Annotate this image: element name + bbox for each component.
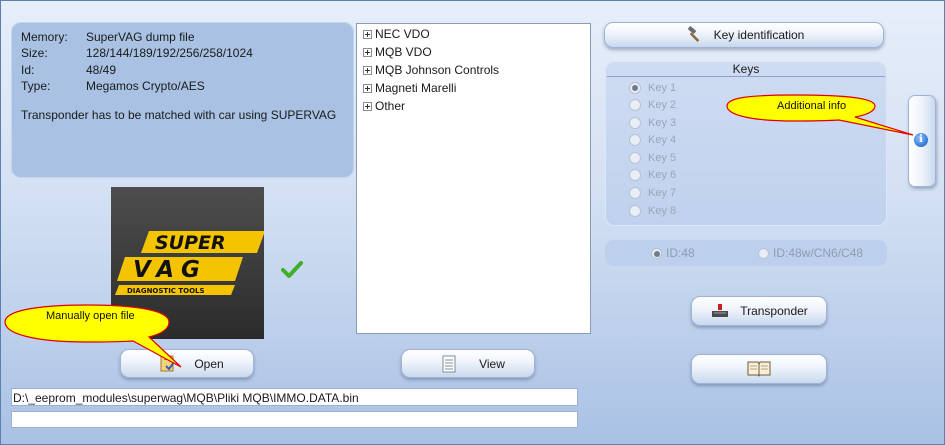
id-option-48w[interactable]: ID:48w/CN6/C48: [758, 246, 863, 260]
key-label: Key 5: [648, 152, 677, 164]
radio-icon: [629, 169, 641, 181]
key-radio-8[interactable]: Key 8: [629, 204, 676, 218]
key-identification-button[interactable]: Key identification: [604, 22, 884, 48]
key-radio-5[interactable]: Key 5: [629, 151, 676, 165]
tree-item-nec-vdo[interactable]: NEC VDO: [363, 25, 430, 43]
key-identification-label: Key identification: [713, 28, 805, 42]
key-radio-3[interactable]: Key 3: [629, 116, 676, 130]
info-label: Type:: [21, 79, 51, 93]
key-label: Key 3: [648, 117, 677, 129]
tree-item-label: NEC VDO: [375, 27, 430, 41]
additional-info-text: Additional info: [777, 100, 847, 112]
tree-item-mqb-johnson-controls[interactable]: MQB Johnson Controls: [363, 61, 499, 79]
radio-icon: [629, 134, 641, 146]
manually-open-balloon: Manually open file: [3, 301, 203, 371]
key-label: Key 6: [648, 169, 677, 181]
tree-item-magneti-marelli[interactable]: Magneti Marelli: [363, 79, 456, 97]
radio-icon: [629, 152, 641, 164]
info-value: SuperVAG dump file: [86, 30, 195, 44]
hammer-icon: [685, 26, 703, 47]
key-radio-4[interactable]: Key 4: [629, 133, 676, 147]
book-icon: [746, 359, 772, 380]
radio-icon: [629, 205, 641, 217]
radio-icon: [629, 187, 641, 199]
view-label: View: [479, 356, 505, 371]
key-radio-1[interactable]: Key 1: [629, 81, 676, 95]
key-label: Key 8: [648, 205, 677, 217]
keys-panel: Keys Key 1 Key 2 Key 3 Key 4 Key 5 Key 6…: [605, 61, 887, 226]
document-icon: [442, 355, 456, 376]
keys-divider: [607, 76, 885, 77]
expand-icon[interactable]: [363, 101, 372, 111]
manually-open-text: Manually open file: [46, 310, 135, 322]
transponder-button[interactable]: Transponder: [691, 296, 827, 326]
info-label: Size:: [21, 46, 48, 60]
expand-icon[interactable]: [363, 29, 372, 39]
file-info-panel: Memory: SuperVAG dump file Size: 128/144…: [11, 22, 354, 178]
radio-selected-icon: [651, 247, 662, 259]
tree-item-mqb-vdo[interactable]: MQB VDO: [363, 43, 432, 61]
key-radio-2[interactable]: Key 2: [629, 98, 676, 112]
info-label: Memory:: [21, 30, 68, 44]
key-label: Key 4: [648, 134, 677, 146]
main-window: Memory: SuperVAG dump file Size: 128/144…: [0, 0, 945, 445]
keys-title: Keys: [732, 62, 760, 76]
tree-item-label: Other: [375, 99, 406, 113]
radio-icon: [629, 117, 641, 129]
tree-item-label: MQB VDO: [375, 45, 432, 59]
status-field: [11, 411, 578, 428]
info-note: Transponder has to be matched with car u…: [21, 108, 337, 122]
id-option-label: ID:48w/CN6/C48: [773, 246, 864, 260]
view-button[interactable]: View: [401, 349, 535, 378]
manual-button[interactable]: [691, 354, 827, 384]
info-value: 128/144/189/192/256/258/1024: [86, 46, 253, 60]
key-label: Key 2: [648, 99, 677, 111]
radio-icon: [629, 99, 641, 111]
transponder-icon: [711, 302, 729, 321]
logo-text: VAG: [133, 257, 207, 283]
logo-tagline: DIAGNOSTIC TOOLS: [127, 287, 205, 295]
tree-item-label: Magneti Marelli: [375, 81, 457, 95]
info-label: Id:: [21, 63, 35, 77]
id-option-label: ID:48: [666, 246, 695, 260]
radio-icon: [758, 247, 769, 259]
id-option-48[interactable]: ID:48: [651, 246, 695, 260]
info-value: Megamos Crypto/AES: [86, 79, 205, 93]
key-label: Key 1: [648, 82, 677, 94]
radio-selected-icon: [629, 82, 641, 94]
tree-item-other[interactable]: Other: [363, 97, 405, 115]
module-tree[interactable]: NEC VDO MQB VDO MQB Johnson Controls Mag…: [356, 23, 591, 334]
key-label: Key 7: [648, 187, 677, 199]
expand-icon[interactable]: [363, 47, 372, 57]
additional-info-balloon: Additional info: [723, 93, 923, 143]
expand-icon[interactable]: [363, 65, 372, 75]
checkmark-icon: [281, 259, 303, 284]
logo-text: SUPER: [155, 232, 226, 254]
transponder-label: Transponder: [740, 304, 808, 318]
info-value: 48/49: [86, 63, 117, 77]
expand-icon[interactable]: [363, 83, 372, 93]
tree-item-label: MQB Johnson Controls: [375, 63, 500, 77]
file-path-field[interactable]: D:\_eeprom_modules\superwag\MQB\Pliki MQ…: [11, 388, 578, 406]
key-radio-6[interactable]: Key 6: [629, 168, 676, 182]
key-radio-7[interactable]: Key 7: [629, 186, 676, 200]
id-options-panel: ID:48 ID:48w/CN6/C48: [605, 240, 887, 266]
